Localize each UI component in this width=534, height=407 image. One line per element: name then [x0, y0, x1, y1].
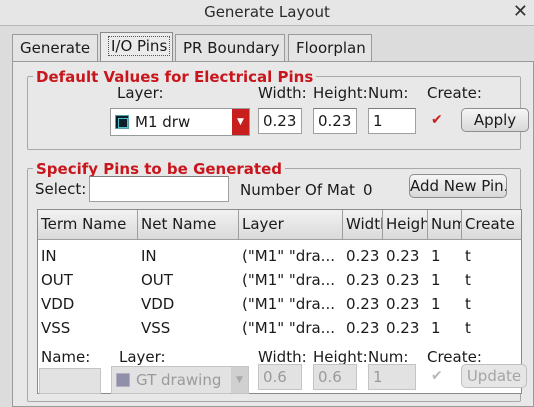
select-label: Select:: [35, 180, 87, 198]
default-layer-value: M1 drw: [135, 113, 191, 131]
cell-net-name: VSS: [141, 319, 171, 337]
edit-num-field[interactable]: 1: [368, 364, 416, 390]
cell-width: 0.23: [346, 271, 380, 289]
tab-io-pins[interactable]: I/O Pins: [100, 32, 173, 62]
chevron-down-icon[interactable]: ▼: [231, 367, 248, 393]
cell-create: t: [465, 295, 471, 313]
default-create-label: Create:: [427, 84, 482, 102]
column-header-term-name[interactable]: Term Name: [38, 210, 138, 240]
cell-height: 0.23: [386, 271, 420, 289]
select-field[interactable]: [89, 176, 229, 202]
close-icon[interactable]: ✕: [513, 1, 528, 22]
default-layer-label: Layer:: [117, 84, 164, 102]
edit-width-field[interactable]: 0.6: [258, 364, 302, 390]
cell-num: 1: [431, 295, 441, 313]
window-title: Generate Layout: [204, 3, 330, 21]
cell-layer: ("M1" "dra...: [242, 319, 335, 337]
column-header-num[interactable]: Num: [428, 210, 462, 240]
number-of-label: Number Of Mat: [240, 181, 355, 199]
cell-term-name: VDD: [41, 295, 75, 313]
cell-height: 0.23: [386, 295, 420, 313]
table-row[interactable]: VDD VDD ("M1" "dra... 0.23 0.23 1 t: [38, 292, 521, 316]
cell-num: 1: [431, 271, 441, 289]
edit-name-field[interactable]: [39, 368, 101, 394]
layer-swatch-icon: [116, 373, 130, 387]
tab-generate[interactable]: Generate: [12, 34, 98, 62]
column-header-net-name[interactable]: Net Name: [138, 210, 239, 240]
default-width-label: Width:: [258, 84, 307, 102]
tab-io-pins-label: I/O Pins: [108, 36, 171, 56]
cell-term-name: VSS: [41, 319, 71, 337]
edit-layer-label: Layer:: [119, 348, 166, 366]
default-layer-select[interactable]: M1 drw ▼: [110, 108, 250, 136]
add-new-pin-button[interactable]: Add New Pin.: [409, 174, 507, 198]
column-header-height[interactable]: Height: [383, 210, 428, 240]
default-num-label: Num:: [368, 84, 409, 102]
tab-pr-boundary[interactable]: PR Boundary: [175, 34, 285, 62]
cell-create: t: [465, 247, 471, 265]
cell-num: 1: [431, 319, 441, 337]
cell-width: 0.23: [346, 295, 380, 313]
update-button[interactable]: Update: [461, 364, 527, 388]
tab-floorplan[interactable]: Floorplan: [288, 34, 372, 62]
cell-term-name: OUT: [41, 271, 73, 289]
cell-net-name: VDD: [141, 295, 175, 313]
cell-layer: ("M1" "dra...: [242, 295, 335, 313]
title-bar: Generate Layout ✕: [0, 0, 534, 26]
cell-layer: ("M1" "dra...: [242, 247, 335, 265]
column-header-width[interactable]: Width: [343, 210, 383, 240]
cell-layer: ("M1" "dra...: [242, 271, 335, 289]
cell-height: 0.23: [386, 247, 420, 265]
default-num-field[interactable]: 1: [368, 108, 416, 134]
table-row[interactable]: OUT OUT ("M1" "dra... 0.23 0.23 1 t: [38, 268, 521, 292]
edit-layer-select[interactable]: GT drawing ▼: [111, 366, 249, 394]
table-row[interactable]: IN IN ("M1" "dra... 0.23 0.23 1 t: [38, 244, 521, 268]
edit-create-checkbox[interactable]: ✔: [431, 368, 443, 384]
column-header-create[interactable]: Create: [462, 210, 521, 240]
default-height-label: Height:: [313, 84, 368, 102]
column-header-layer[interactable]: Layer: [239, 210, 343, 240]
cell-create: t: [465, 271, 471, 289]
cell-net-name: OUT: [141, 271, 173, 289]
edit-height-field[interactable]: 0.6: [313, 364, 357, 390]
edit-name-label: Name:: [41, 348, 91, 366]
cell-width: 0.23: [346, 247, 380, 265]
number-of-value: 0: [363, 181, 373, 199]
cell-term-name: IN: [41, 247, 57, 265]
default-width-field[interactable]: 0.23: [258, 108, 302, 134]
layer-swatch-icon: [115, 115, 129, 129]
table-row[interactable]: VSS VSS ("M1" "dra... 0.23 0.23 1 t: [38, 316, 521, 340]
apply-button[interactable]: Apply: [461, 108, 529, 132]
cell-height: 0.23: [386, 319, 420, 337]
cell-num: 1: [431, 247, 441, 265]
io-pins-panel: Default Values for Electrical Pins Layer…: [12, 61, 534, 407]
chevron-down-icon[interactable]: ▼: [232, 109, 249, 135]
cell-net-name: IN: [141, 247, 157, 265]
default-create-checkbox[interactable]: ✔: [431, 112, 443, 128]
edit-layer-value: GT drawing: [136, 371, 222, 389]
default-height-field[interactable]: 0.23: [313, 108, 357, 134]
cell-width: 0.23: [346, 319, 380, 337]
cell-create: t: [465, 319, 471, 337]
pins-table-header: Term Name Net Name Layer Width Height Nu…: [38, 210, 521, 240]
